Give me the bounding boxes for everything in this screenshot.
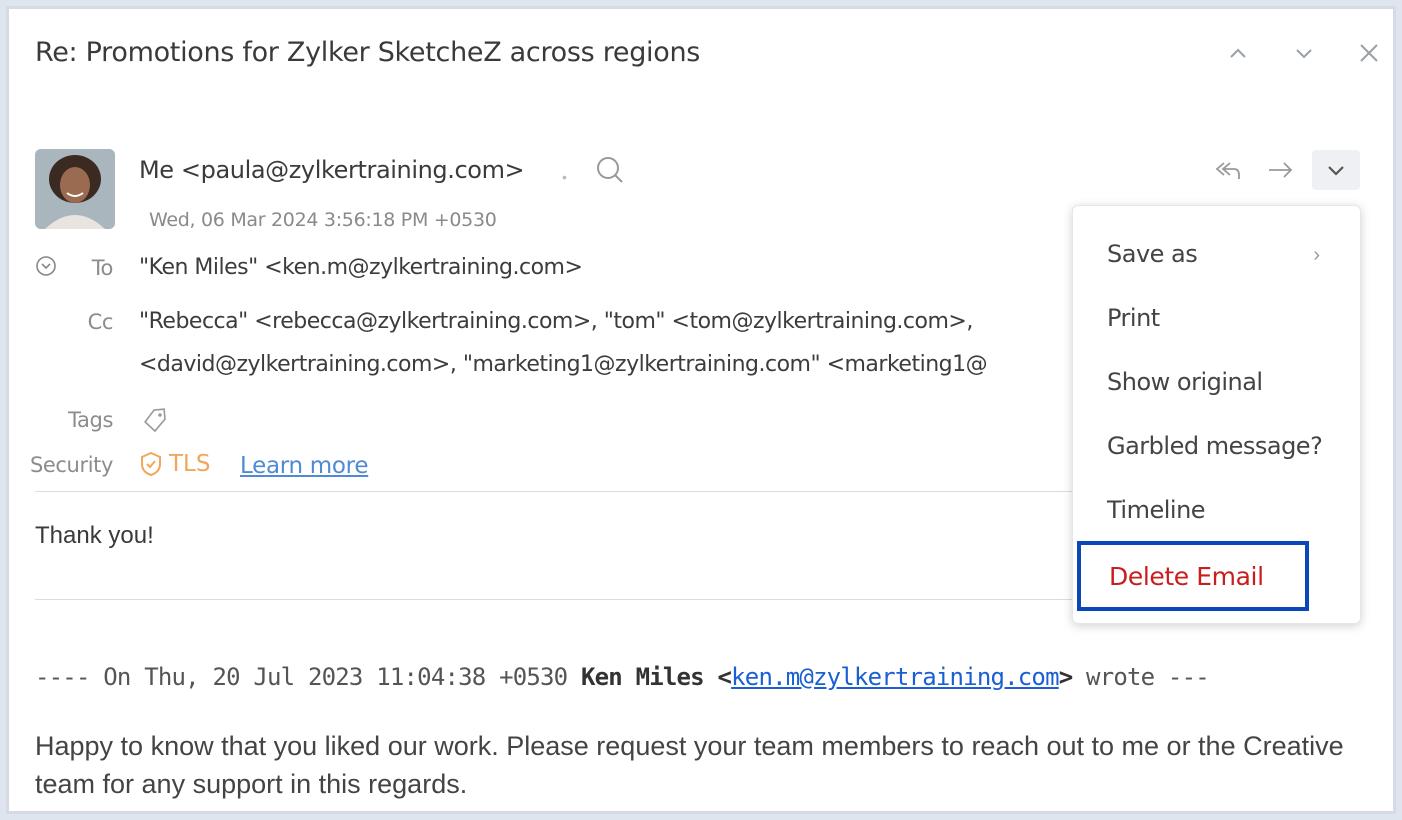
cc-recipients-line2[interactable]: <david@zylkertraining.com>, "marketing1@… <box>139 352 988 377</box>
separator-dot: • <box>562 169 567 185</box>
quoted-body: Happy to know that you liked our work. P… <box>35 731 1344 799</box>
sender-name[interactable]: Me <paula@zylkertraining.com> <box>139 156 525 184</box>
avatar[interactable] <box>35 149 115 229</box>
header-divider <box>35 491 1075 492</box>
menu-item-show-original[interactable]: Show original <box>1107 368 1263 396</box>
email-subject: Re: Promotions for Zylker SketcheZ acros… <box>35 37 701 68</box>
tls-text: TLS <box>169 451 211 477</box>
quote-sender-name: Ken Miles <box>580 663 705 691</box>
quote-gt: > <box>1058 663 1073 691</box>
more-actions-menu: Save as › Print Show original Garbled me… <box>1072 205 1361 624</box>
to-recipients[interactable]: "Ken Miles" <ken.m@zylkertraining.com> <box>139 255 583 280</box>
previous-email-icon[interactable] <box>1224 39 1252 67</box>
menu-item-print[interactable]: Print <box>1107 304 1160 332</box>
cc-recipients-line1[interactable]: "Rebecca" <rebecca@zylkertraining.com>, … <box>139 309 973 334</box>
chevron-down-icon <box>1328 166 1344 176</box>
menu-item-timeline[interactable]: Timeline <box>1107 496 1206 524</box>
search-icon[interactable] <box>594 154 626 186</box>
forward-icon[interactable] <box>1265 155 1297 185</box>
more-actions-button[interactable] <box>1312 150 1360 190</box>
email-view: Re: Promotions for Zylker SketcheZ acros… <box>6 6 1396 814</box>
security-label: Security <box>29 453 113 477</box>
shield-check-icon <box>141 451 161 477</box>
reply-all-icon[interactable] <box>1212 155 1244 185</box>
menu-item-garbled-message[interactable]: Garbled message? <box>1107 432 1323 460</box>
email-body-text: Thank you! <box>35 522 154 549</box>
quote-divider <box>35 599 1085 600</box>
cc-label: Cc <box>87 310 114 334</box>
next-email-icon[interactable] <box>1290 39 1318 67</box>
learn-more-link[interactable]: Learn more <box>240 453 368 479</box>
to-label: To <box>91 256 114 280</box>
chevron-right-icon: › <box>1313 244 1320 266</box>
tls-badge: TLS <box>139 451 210 477</box>
tags-label: Tags <box>68 408 113 432</box>
menu-item-delete-email[interactable]: Delete Email <box>1077 541 1309 611</box>
quote-sender-email-link[interactable]: ken.m@zylkertraining.com <box>731 663 1059 691</box>
quote-lt: < <box>703 663 732 691</box>
close-icon[interactable] <box>1355 39 1383 67</box>
quote-prefix: ---- On Thu, 20 Jul 2023 11:04:38 +0530 <box>35 663 581 691</box>
tag-icon[interactable] <box>140 405 170 435</box>
quote-suffix: wrote --- <box>1072 663 1210 691</box>
email-date: Wed, 06 Mar 2024 3:56:18 PM +0530 <box>149 209 497 231</box>
menu-item-save-as[interactable]: Save as <box>1107 240 1198 268</box>
quoted-header: ---- On Thu, 20 Jul 2023 11:04:38 +0530 … <box>35 663 1210 691</box>
